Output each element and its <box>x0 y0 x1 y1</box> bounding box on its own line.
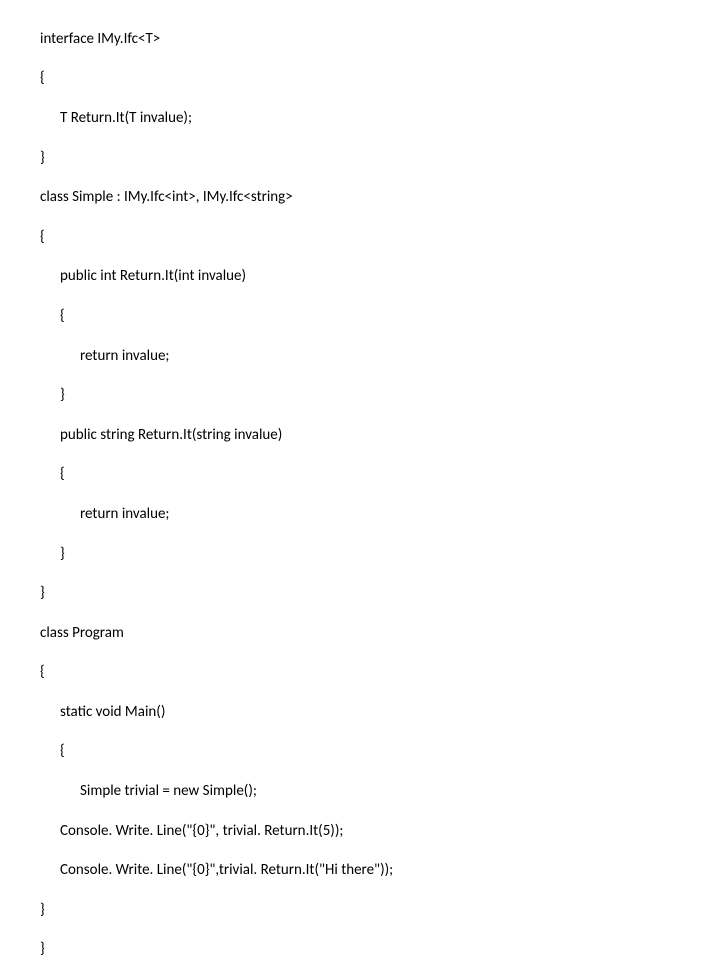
code-line: Console. Write. Line("{0}", trivial. Ret… <box>40 822 720 842</box>
code-line: { <box>40 69 720 89</box>
code-line: public string Return.It(string invalue) <box>40 426 720 446</box>
code-line: Console. Write. Line("{0}",trivial. Retu… <box>40 861 720 881</box>
code-line: { <box>40 228 720 248</box>
code-line: interface IMy.Ifc<T> <box>40 30 720 50</box>
code-line: } <box>40 584 720 604</box>
code-line: { <box>40 663 720 683</box>
code-line: } <box>40 940 720 960</box>
code-line: } <box>40 149 720 169</box>
code-line: return invalue; <box>40 505 720 525</box>
code-line: } <box>40 386 720 406</box>
code-line: public int Return.It(int invalue) <box>40 267 720 287</box>
code-line: } <box>40 545 720 565</box>
code-line: class Program <box>40 624 720 644</box>
code-line: { <box>40 307 720 327</box>
code-line: { <box>40 465 720 485</box>
code-line: class Simple : IMy.Ifc<int>, IMy.Ifc<str… <box>40 188 720 208</box>
code-line: T Return.It(T invalue); <box>40 109 720 129</box>
code-line: Simple trivial = new Simple(); <box>40 782 720 802</box>
code-line: static void Main() <box>40 703 720 723</box>
code-line: { <box>40 742 720 762</box>
code-line: return invalue; <box>40 347 720 367</box>
code-block: interface IMy.Ifc<T> { T Return.It(T inv… <box>0 0 720 980</box>
code-line: } <box>40 901 720 921</box>
